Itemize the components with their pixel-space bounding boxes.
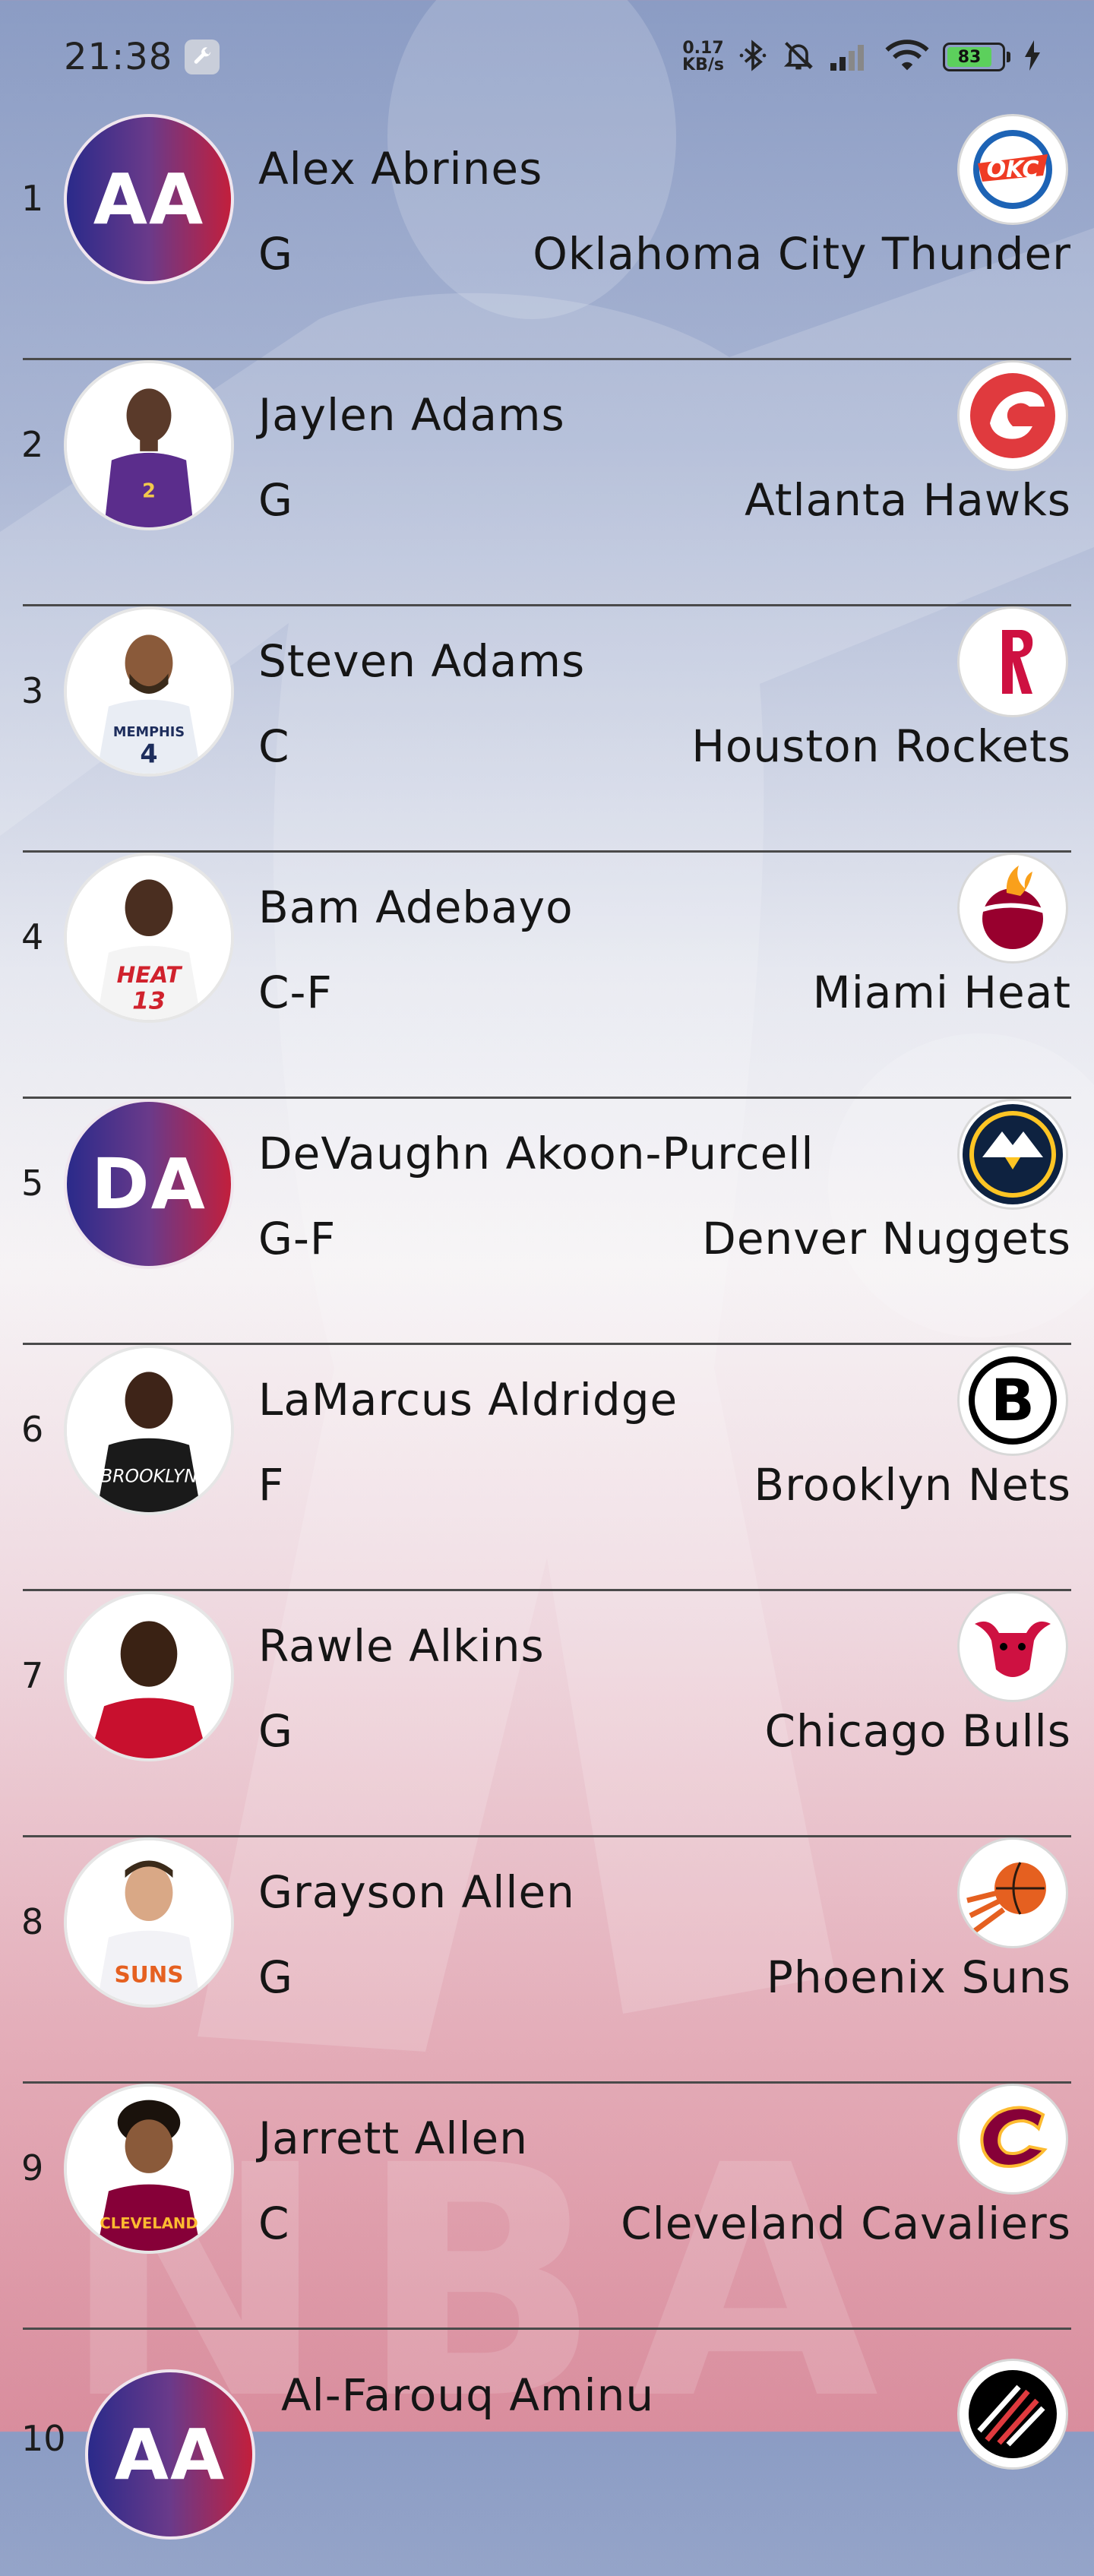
trail-blazers-logo-icon bbox=[957, 2359, 1068, 2470]
player-position: G bbox=[258, 228, 293, 280]
charging-icon bbox=[1024, 40, 1041, 74]
player-team: Atlanta Hawks bbox=[745, 474, 1071, 526]
player-team: Oklahoma City Thunder bbox=[533, 228, 1071, 280]
battery-icon: 83 bbox=[943, 43, 1010, 71]
player-team: Houston Rockets bbox=[691, 720, 1071, 772]
player-position: C bbox=[258, 2198, 290, 2249]
player-rank: 6 bbox=[21, 1409, 44, 1450]
player-rank: 10 bbox=[21, 2418, 66, 2459]
player-row[interactable]: 5 DA DeVaughn Akoon-Purcell G-F Denver N… bbox=[0, 1099, 1094, 1345]
hawks-logo-icon bbox=[957, 360, 1068, 471]
player-row[interactable]: 4 HEAT 13 Bam Adebayo C-F Miami Heat bbox=[0, 853, 1094, 1099]
player-photo: 2 bbox=[64, 360, 234, 530]
svg-text:MEMPHIS: MEMPHIS bbox=[113, 725, 185, 740]
player-row[interactable]: 1 AA Alex Abrines G Oklahoma City Thunde… bbox=[0, 114, 1094, 360]
status-bar: 21:38 0.17 KB/s 83 bbox=[0, 0, 1094, 114]
player-team: Miami Heat bbox=[812, 967, 1071, 1018]
player-row[interactable]: 10 AA Al-Farouq Aminu bbox=[0, 2330, 1094, 2576]
player-rank: 3 bbox=[21, 670, 44, 711]
wrench-icon bbox=[185, 40, 220, 74]
heat-logo-icon bbox=[957, 853, 1068, 964]
player-position: C bbox=[258, 720, 290, 772]
network-speed-unit: KB/s bbox=[682, 55, 724, 74]
player-team: Brooklyn Nets bbox=[754, 1459, 1071, 1511]
player-row[interactable]: 2 2 Jaylen Adams G Atlanta Hawks bbox=[0, 360, 1094, 606]
player-photo bbox=[64, 1591, 234, 1761]
mute-icon bbox=[782, 39, 815, 75]
player-team: Cleveland Cavaliers bbox=[621, 2198, 1071, 2249]
player-name: Al-Farouq Aminu bbox=[281, 2369, 655, 2421]
player-team: Phoenix Suns bbox=[766, 1951, 1071, 2003]
nuggets-logo-icon bbox=[957, 1099, 1068, 1210]
player-name: Rawle Alkins bbox=[258, 1620, 545, 1672]
player-photo: SUNS bbox=[64, 1837, 234, 2008]
svg-text:HEAT: HEAT bbox=[117, 962, 184, 988]
svg-text:BROOKLYN: BROOKLYN bbox=[100, 1466, 198, 1487]
player-name: LaMarcus Aldridge bbox=[258, 1374, 678, 1426]
player-rank: 7 bbox=[21, 1655, 44, 1696]
player-rank: 4 bbox=[21, 916, 44, 957]
avatar-initials-text: AA bbox=[114, 2413, 226, 2495]
network-speed: 0.17 KB/s bbox=[682, 40, 724, 74]
player-position: G bbox=[258, 1951, 293, 2003]
player-name: Jaylen Adams bbox=[258, 389, 565, 441]
svg-text:4: 4 bbox=[140, 739, 157, 768]
status-time: 21:38 bbox=[64, 36, 173, 78]
svg-text:2: 2 bbox=[142, 480, 156, 503]
player-team: Chicago Bulls bbox=[764, 1705, 1071, 1757]
player-team: Denver Nuggets bbox=[702, 1213, 1071, 1264]
thunder-logo-icon: OKC bbox=[957, 114, 1068, 225]
svg-text:OKC: OKC bbox=[987, 157, 1039, 183]
player-rank: 5 bbox=[21, 1163, 44, 1204]
network-speed-value: 0.17 bbox=[682, 39, 724, 58]
svg-text:SUNS: SUNS bbox=[115, 1962, 184, 1988]
cavaliers-logo-icon bbox=[957, 2084, 1068, 2195]
player-avatar-initials: AA bbox=[64, 114, 234, 284]
battery-level: 83 bbox=[947, 47, 992, 67]
suns-logo-icon bbox=[957, 1837, 1068, 1948]
player-name: Alex Abrines bbox=[258, 143, 543, 195]
svg-text:B: B bbox=[991, 1366, 1035, 1434]
player-name: Bam Adebayo bbox=[258, 881, 574, 933]
wifi-icon bbox=[885, 39, 929, 75]
player-name: DeVaughn Akoon-Purcell bbox=[258, 1128, 814, 1179]
player-photo: HEAT 13 bbox=[64, 853, 234, 1023]
bluetooth-icon bbox=[738, 39, 768, 75]
status-icons: 0.17 KB/s 83 bbox=[682, 39, 1041, 75]
bulls-logo-icon bbox=[957, 1591, 1068, 1702]
player-row[interactable]: 9 CLEVELAND Jarrett Allen C Cleveland Ca… bbox=[0, 2084, 1094, 2330]
svg-text:CLEVELAND: CLEVELAND bbox=[100, 2215, 198, 2233]
avatar-initials-text: DA bbox=[91, 1143, 207, 1225]
player-row[interactable]: 8 SUNS Grayson Allen G Phoenix Suns bbox=[0, 1837, 1094, 2084]
player-list: 1 AA Alex Abrines G Oklahoma City Thunde… bbox=[0, 114, 1094, 2576]
player-position: F bbox=[258, 1459, 285, 1511]
player-rank: 9 bbox=[21, 2147, 44, 2188]
rockets-logo-icon bbox=[957, 606, 1068, 717]
player-name: Steven Adams bbox=[258, 635, 586, 687]
player-row[interactable]: 7 Rawle Alkins G Chicago Bulls bbox=[0, 1591, 1094, 1837]
nets-logo-icon: B bbox=[957, 1345, 1068, 1456]
player-name: Grayson Allen bbox=[258, 1866, 575, 1918]
player-row[interactable]: 3 MEMPHIS 4 Steven Adams C Houston Rocket… bbox=[0, 606, 1094, 853]
player-photo: BROOKLYN bbox=[64, 1345, 234, 1515]
player-avatar-initials: AA bbox=[85, 2369, 255, 2540]
player-avatar-initials: DA bbox=[64, 1099, 234, 1269]
avatar-initials-text: AA bbox=[93, 158, 205, 240]
player-position: G-F bbox=[258, 1213, 337, 1264]
player-rank: 1 bbox=[21, 178, 44, 219]
player-photo: MEMPHIS 4 bbox=[64, 606, 234, 777]
player-position: C-F bbox=[258, 967, 333, 1018]
player-position: G bbox=[258, 1705, 293, 1757]
player-rank: 8 bbox=[21, 1901, 44, 1942]
svg-text:13: 13 bbox=[132, 987, 166, 1014]
player-rank: 2 bbox=[21, 424, 44, 465]
signal-icon bbox=[829, 40, 871, 74]
player-row[interactable]: 6 BROOKLYN LaMarcus Aldridge F Brooklyn … bbox=[0, 1345, 1094, 1591]
player-photo: CLEVELAND bbox=[64, 2084, 234, 2254]
player-name: Jarrett Allen bbox=[258, 2112, 528, 2164]
player-position: G bbox=[258, 474, 293, 526]
